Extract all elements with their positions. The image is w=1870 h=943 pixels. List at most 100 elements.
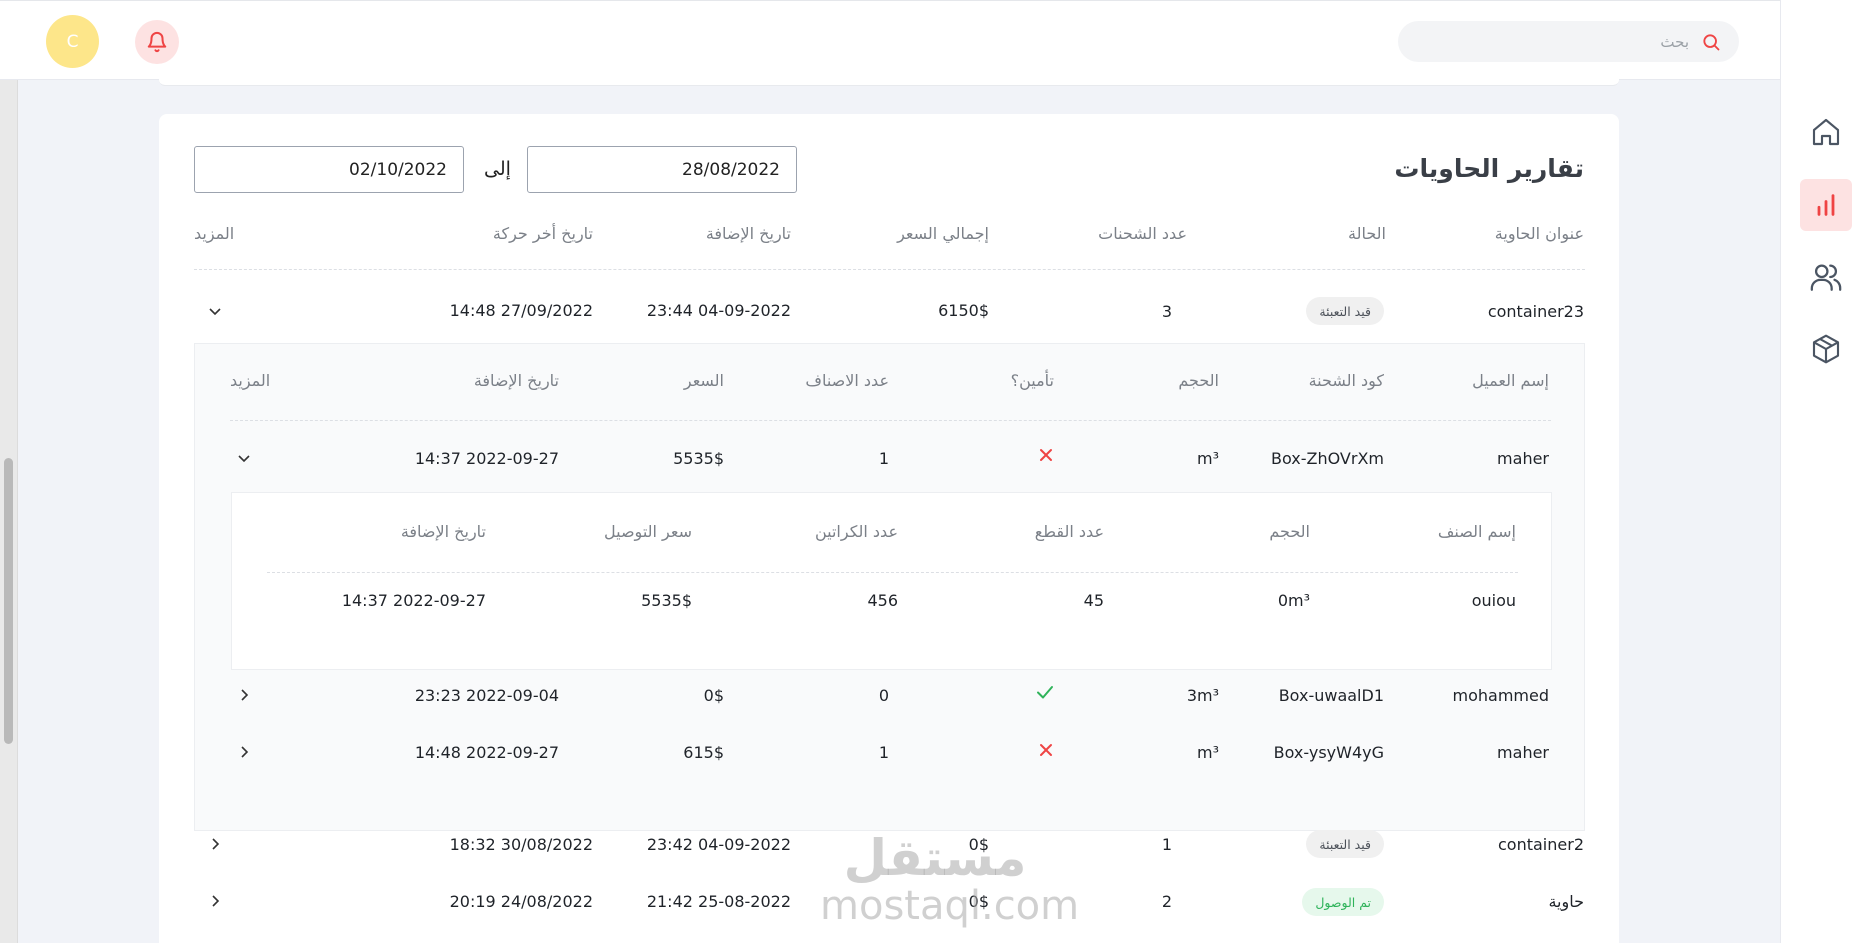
status-badge: تم الوصول <box>1302 888 1384 916</box>
previous-card <box>159 66 1619 86</box>
col-date-added: تاريخ الإضافة <box>400 522 486 541</box>
collapse-row-button[interactable] <box>204 300 226 322</box>
col-price: السعر <box>683 371 724 390</box>
chevron-right-icon <box>212 895 220 907</box>
container-title: container23 <box>1487 302 1584 321</box>
col-container-title: عنوان الحاوية <box>1494 224 1584 243</box>
volume: 3m³ <box>1186 686 1219 705</box>
divider <box>230 420 1551 421</box>
bar-chart-icon <box>1817 194 1835 216</box>
chevron-right-icon <box>241 689 249 701</box>
avatar[interactable]: C <box>46 15 99 68</box>
shipment-count: 2 <box>1161 892 1172 911</box>
date-added: 23:44 04-09-2022 <box>646 301 791 320</box>
total-price: 6150$ <box>938 301 989 320</box>
date-added: 21:42 25-08-2022 <box>646 892 791 911</box>
item-count: 1 <box>878 449 889 468</box>
sidebar-item-users[interactable] <box>1800 251 1852 303</box>
col-more: المزيد <box>230 371 271 390</box>
sidebar-item-reports[interactable] <box>1800 179 1852 231</box>
shipment-code: Box-ZhOVrXm <box>1271 449 1384 468</box>
col-item-name: إسم الصنف <box>1437 522 1516 541</box>
collapse-shipment-button[interactable] <box>233 447 255 469</box>
last-move-date: 18:32 30/08/2022 <box>449 835 593 854</box>
expand-row-button[interactable] <box>204 890 226 912</box>
page-title: تقارير الحاويات <box>1394 154 1584 183</box>
search-box[interactable] <box>1398 21 1739 62</box>
divider <box>267 572 1518 573</box>
insured-no-icon <box>1038 742 1054 762</box>
client-name: maher <box>1497 449 1549 468</box>
col-status: الحالة <box>1348 224 1386 243</box>
date-to-label: إلى <box>484 158 511 180</box>
col-pieces: عدد القطع <box>1034 522 1104 541</box>
client-name: maher <box>1497 743 1549 762</box>
col-item-count: عدد الاصناف <box>805 371 889 390</box>
col-cartons: عدد الكراتين <box>814 522 898 541</box>
item-cartons: 456 <box>867 591 898 610</box>
bell-icon <box>147 31 167 53</box>
chevron-down-icon <box>238 455 250 463</box>
date-from-input[interactable]: 28/08/2022 <box>527 146 797 193</box>
status-badge: قيد التعبئة <box>1306 830 1384 858</box>
price: 615$ <box>683 743 724 762</box>
col-total-price: إجمالي السعر <box>897 224 989 243</box>
price: 0$ <box>703 686 724 705</box>
item-pieces: 45 <box>1083 591 1104 610</box>
col-insured: تأمين؟ <box>1010 371 1054 390</box>
col-date-added: تاريخ الإضافة <box>473 371 559 390</box>
page-scrollbar[interactable] <box>0 80 18 943</box>
col-shipment-code: كود الشحنة <box>1308 371 1384 390</box>
date-to-input[interactable]: 02/10/2022 <box>194 146 464 193</box>
chevron-down-icon <box>209 308 221 316</box>
last-move-date: 20:19 24/08/2022 <box>449 892 593 911</box>
item-name: ouiou <box>1471 591 1516 610</box>
col-volume: الحجم <box>1178 371 1219 390</box>
shipment-code: Box-uwaalD1 <box>1278 686 1384 705</box>
shipment-count: 3 <box>1161 302 1172 321</box>
col-date-added: تاريخ الإضافة <box>705 224 791 243</box>
sidebar-item-home[interactable] <box>1800 106 1852 158</box>
expand-shipment-button[interactable] <box>233 741 255 763</box>
item-count: 0 <box>878 686 889 705</box>
container-title: container2 <box>1498 835 1584 854</box>
sidebar-item-shipments[interactable] <box>1800 323 1852 375</box>
item-volume: 0m³ <box>1277 591 1310 610</box>
col-more: المزيد <box>194 224 235 243</box>
client-name: mohammed <box>1452 686 1550 705</box>
chevron-right-icon <box>241 746 249 758</box>
chevron-right-icon <box>212 838 220 850</box>
sidebar <box>1780 0 1870 943</box>
total-price: 0$ <box>968 892 989 911</box>
status-badge: قيد التعبئة <box>1306 297 1384 325</box>
insured-yes-icon <box>1036 684 1054 704</box>
shipments-panel: إسم العميل كود الشحنة الحجم تأمين؟ عدد ا… <box>194 343 1585 831</box>
items-panel: إسم الصنف الحجم عدد القطع عدد الكراتين س… <box>231 492 1552 670</box>
date-added: 14:37 2022-09-27 <box>414 449 559 468</box>
col-volume: الحجم <box>1269 522 1310 541</box>
container-title: حاوية <box>1548 892 1584 911</box>
item-date-added: 14:37 2022-09-27 <box>341 591 486 610</box>
notifications-button[interactable] <box>135 20 179 64</box>
date-added: 23:23 2022-09-04 <box>414 686 559 705</box>
search-input[interactable] <box>1429 32 1689 51</box>
divider <box>194 269 1585 270</box>
col-last-move: تاريخ أخر حركة <box>492 224 593 243</box>
volume: m³ <box>1197 743 1219 762</box>
total-price: 0$ <box>968 835 989 854</box>
col-delivery-price: سعر التوصيل <box>604 522 692 541</box>
price: 5535$ <box>673 449 724 468</box>
item-delivery-price: 5535$ <box>641 591 692 610</box>
shipment-count: 1 <box>1161 835 1172 854</box>
home-icon <box>1812 118 1840 146</box>
volume: m³ <box>1197 449 1219 468</box>
item-count: 1 <box>878 743 889 762</box>
scrollbar-thumb[interactable] <box>4 458 13 744</box>
col-shipment-count: عدد الشحنات <box>1098 224 1187 243</box>
col-client-name: إسم العميل <box>1472 371 1549 390</box>
search-icon <box>1703 33 1720 50</box>
last-move-date: 14:48 27/09/2022 <box>449 301 593 320</box>
shipment-code: Box-ysyW4yG <box>1273 743 1384 762</box>
expand-row-button[interactable] <box>204 833 226 855</box>
expand-shipment-button[interactable] <box>233 684 255 706</box>
